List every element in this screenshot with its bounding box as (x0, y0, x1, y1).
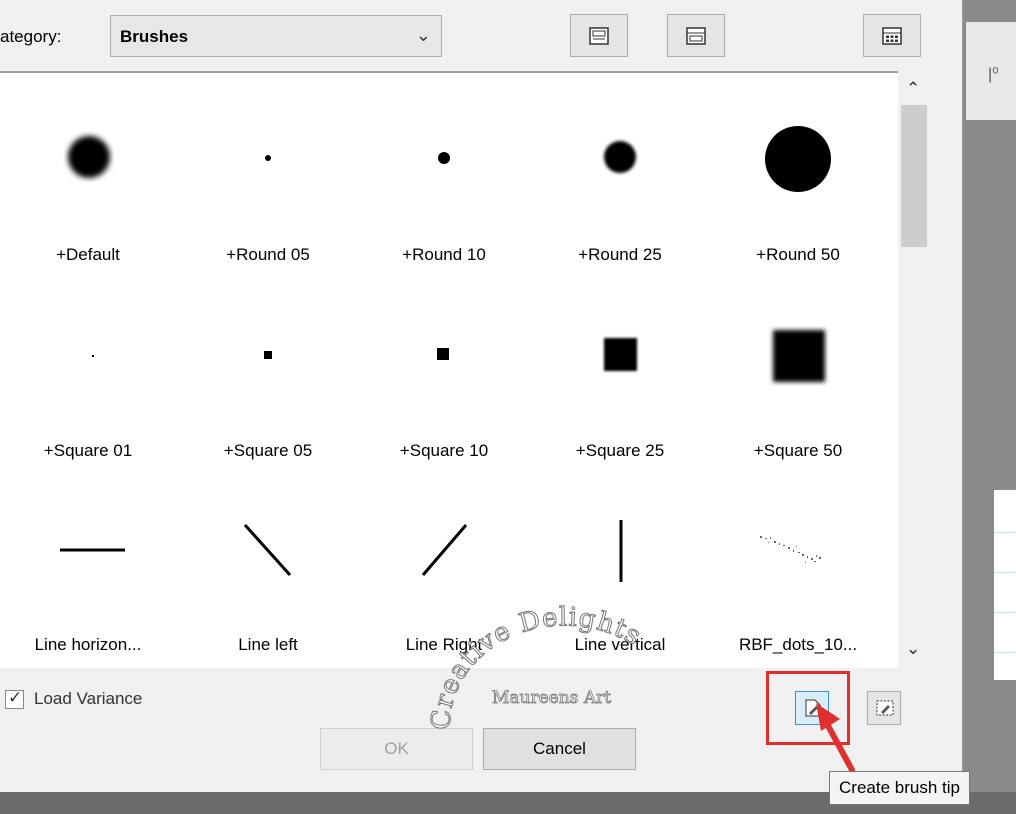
brush-label: +Default (56, 245, 120, 264)
brush-item-line-right[interactable]: Line Right (356, 463, 532, 658)
brush-item-square-05[interactable]: +Square 05 (180, 269, 356, 464)
brush-item-line-left[interactable]: Line left (180, 463, 356, 658)
brush-label: Line Right (405, 635, 483, 654)
load-variance-checkbox[interactable]: ✓ (5, 688, 24, 709)
brush-preview-round-25 (604, 141, 636, 173)
brush-label: +Round 05 (226, 245, 310, 264)
brush-label: Line vertical (574, 635, 666, 654)
category-select[interactable]: Brushes ⌄ (110, 15, 442, 57)
background-panel (994, 490, 1016, 680)
open-folder-icon (686, 27, 706, 45)
checkmark-icon: ✓ (8, 688, 23, 707)
brush-preview-line-horizontal (60, 548, 125, 552)
brush-item-rbf-dots[interactable]: RBF_dots_10... (710, 463, 886, 658)
brush-preview-rbf-dots (760, 536, 821, 563)
brush-preview-default (68, 136, 110, 178)
brush-item-round-05[interactable]: +Round 05 (180, 73, 356, 268)
brush-label: +Square 01 (43, 441, 133, 460)
brush-label: +Square 25 (575, 441, 665, 460)
background-app-area: |⁰ (962, 0, 1016, 814)
toggle-preview-button[interactable] (570, 14, 628, 57)
brush-grid: +Default +Round 05 +Round 10 +Round 25 +… (0, 71, 898, 668)
open-folder-button[interactable] (667, 14, 725, 57)
brush-label: RBF_dots_10... (738, 635, 858, 654)
brush-label: +Square 05 (223, 441, 313, 460)
brush-preview-round-10 (438, 152, 450, 164)
brush-preview-round-50 (765, 126, 831, 192)
cancel-button[interactable]: Cancel (483, 728, 636, 770)
brush-label: +Round 10 (402, 245, 486, 264)
scroll-down-icon[interactable]: ⌄ (906, 639, 920, 659)
brush-label: Line left (238, 635, 298, 654)
brush-label: Line horizon... (34, 635, 142, 654)
grid-view-icon (882, 27, 902, 45)
brush-label: +Square 10 (399, 441, 489, 460)
brush-item-line-vertical[interactable]: Line vertical (532, 463, 708, 658)
brush-item-square-50[interactable]: +Square 50 (710, 269, 886, 464)
brush-preview-round-05 (265, 155, 271, 161)
brush-item-default[interactable]: +Default (0, 73, 176, 268)
brush-label: +Square 50 (753, 441, 843, 460)
grid-view-button[interactable] (863, 14, 921, 57)
brush-preview-square-01 (92, 355, 94, 357)
ok-button[interactable]: OK (320, 728, 473, 770)
category-value: Brushes (120, 27, 189, 46)
brush-item-square-10[interactable]: +Square 10 (356, 269, 532, 464)
dialog-right-edge (946, 0, 963, 814)
tooltip: Create brush tip (829, 771, 970, 805)
brush-preview-square-05 (264, 351, 272, 359)
toggle-preview-icon (589, 27, 609, 45)
chevron-down-icon: ⌄ (415, 25, 431, 45)
brush-preview-line-vertical (619, 520, 623, 582)
vertical-scrollbar[interactable]: ⌃ ⌄ (898, 73, 932, 666)
brush-item-round-25[interactable]: +Round 25 (532, 73, 708, 268)
brush-preview-square-10 (437, 348, 449, 360)
brush-item-round-10[interactable]: +Round 10 (356, 73, 532, 268)
scroll-up-icon[interactable]: ⌃ (906, 79, 920, 99)
red-arrow-icon (816, 703, 855, 773)
load-variance-label: Load Variance (34, 689, 143, 708)
brush-item-square-25[interactable]: +Square 25 (532, 269, 708, 464)
brush-label: +Round 50 (756, 245, 840, 264)
brush-label: +Round 25 (578, 245, 662, 264)
scrollbar-thumb[interactable] (901, 105, 927, 247)
ruler-mark: |⁰ (988, 66, 999, 83)
brush-preview-line-left (243, 523, 292, 577)
brush-preview-line-right (421, 524, 468, 576)
create-brush-from-selection-icon (876, 700, 894, 716)
watermark-line2: Maureens Art (492, 688, 611, 708)
brush-item-round-50[interactable]: +Round 50 (710, 73, 886, 268)
brush-item-square-01[interactable]: +Square 01 (0, 269, 176, 464)
brush-preview-square-50 (773, 330, 825, 382)
brush-preview-square-25 (604, 338, 637, 371)
category-label: ategory: (0, 27, 62, 46)
brush-item-line-horizontal[interactable]: Line horizon... (0, 463, 176, 658)
create-brush-from-selection-button[interactable] (867, 691, 901, 725)
